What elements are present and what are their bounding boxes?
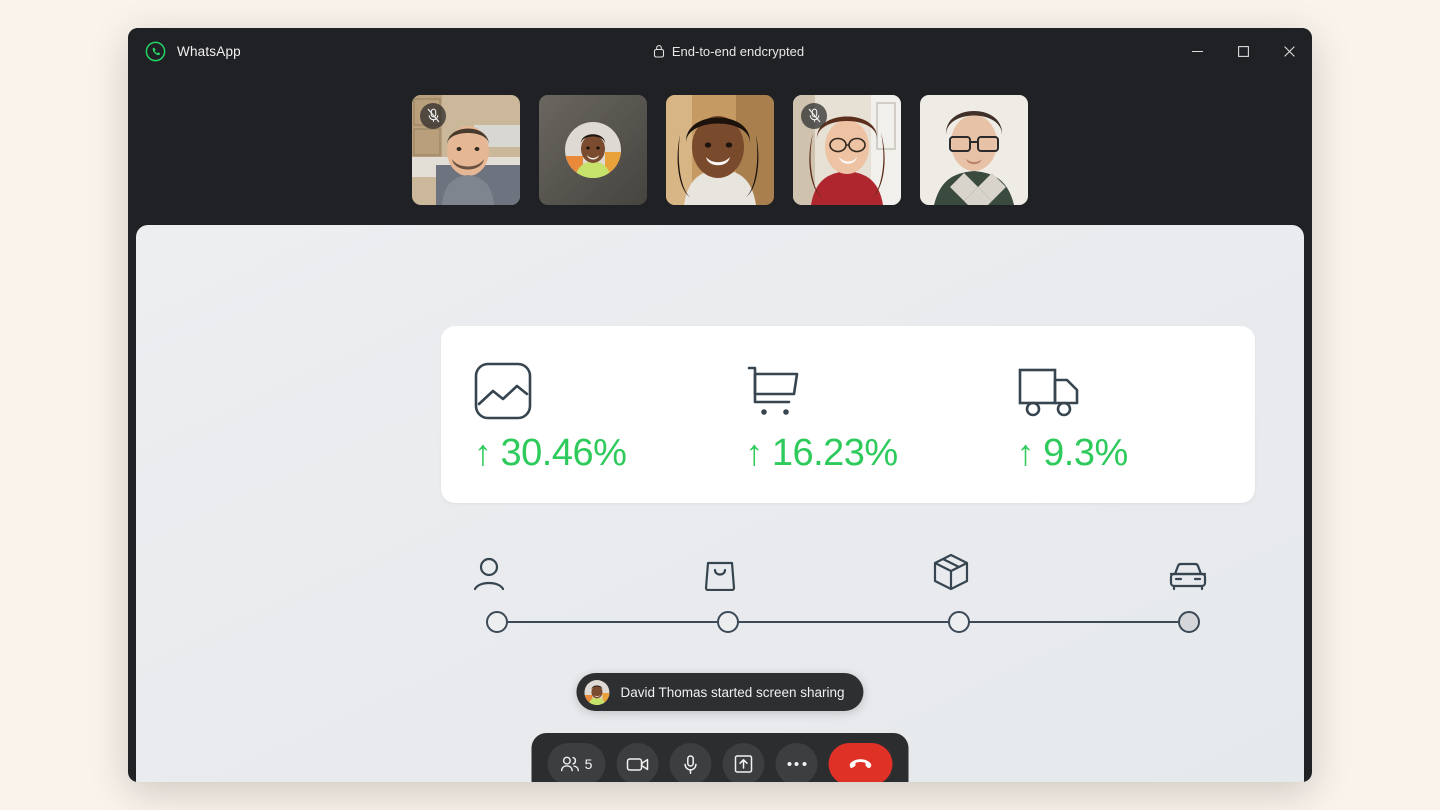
stepper-node[interactable]: [1178, 611, 1200, 633]
encryption-indicator: End-to-end endcrypted: [445, 44, 1012, 59]
people-icon: [561, 756, 580, 772]
arrow-up-icon: ↑: [745, 431, 763, 473]
shared-screen-panel: ↑ 30.46% ↑ 16.23% ↑ 9.3% David Thomas st…: [136, 225, 1304, 782]
stepper-track: [488, 621, 1197, 623]
title-bar: WhatsApp End-to-end endcrypted: [128, 28, 1312, 74]
stat-item: ↑ 30.46%: [441, 358, 712, 472]
participant-thumbnail[interactable]: [793, 94, 901, 205]
chart-image-icon: [474, 358, 712, 420]
share-screen-button[interactable]: [722, 743, 765, 782]
person-icon: [474, 557, 504, 591]
stats-card: ↑ 30.46% ↑ 16.23% ↑ 9.3%: [441, 326, 1255, 503]
stat-value: ↑ 9.3%: [1017, 434, 1255, 472]
arrow-up-icon: ↑: [1016, 431, 1035, 473]
stepper-node[interactable]: [486, 611, 508, 633]
shopping-cart-icon: [745, 358, 983, 420]
microphone-icon: [684, 754, 698, 774]
whatsapp-call-window: WhatsApp End-to-end endcrypted ↑ 30.46% …: [128, 28, 1312, 782]
participant-thumbnail[interactable]: [920, 94, 1028, 205]
participant-video: [666, 94, 774, 205]
end-call-button[interactable]: [828, 743, 893, 782]
call-control-bar: 5: [531, 733, 909, 782]
arrow-up-icon: ↑: [474, 431, 492, 473]
stat-percent: 30.46%: [500, 431, 627, 474]
close-icon[interactable]: [1266, 28, 1312, 74]
camera-button[interactable]: [616, 743, 659, 782]
stat-item: ↑ 16.23%: [712, 358, 983, 472]
window-controls: [1012, 28, 1312, 74]
stepper-node[interactable]: [717, 611, 739, 633]
video-camera-icon: [626, 757, 649, 772]
order-progress-stepper: [474, 545, 1207, 640]
whatsapp-logo-icon: [145, 41, 166, 62]
sharer-avatar: [584, 679, 610, 705]
participants-count: 5: [584, 756, 593, 772]
participants-button[interactable]: 5: [547, 743, 606, 782]
microphone-button[interactable]: [669, 743, 712, 782]
app-title: WhatsApp: [177, 43, 241, 59]
participant-thumbnail[interactable]: [412, 94, 520, 205]
participant-avatar: [565, 121, 621, 178]
screen-share-toast: David Thomas started screen sharing: [576, 673, 864, 711]
more-options-button[interactable]: [775, 743, 818, 782]
delivery-truck-icon: [1017, 358, 1255, 420]
stepper-icons: [474, 545, 1207, 591]
phone-hangup-icon: [849, 758, 873, 771]
participant-video: [920, 94, 1028, 205]
microphone-off-icon: [801, 102, 827, 129]
title-bar-left: WhatsApp: [128, 41, 445, 62]
shopping-bag-icon: [704, 557, 736, 591]
stat-value: ↑ 16.23%: [745, 434, 983, 472]
car-icon: [1169, 561, 1207, 591]
toast-message: David Thomas started screen sharing: [620, 684, 845, 700]
lock-icon: [653, 44, 665, 58]
maximize-icon[interactable]: [1220, 28, 1266, 74]
stepper-node[interactable]: [948, 611, 970, 633]
minimize-icon[interactable]: [1174, 28, 1220, 74]
participant-thumbnail[interactable]: [666, 94, 774, 205]
stat-percent: 16.23%: [771, 431, 898, 474]
participant-thumbnail[interactable]: [539, 94, 647, 205]
stat-value: ↑ 30.46%: [474, 434, 712, 472]
share-screen-icon: [734, 755, 753, 773]
package-box-icon: [933, 553, 969, 591]
microphone-off-icon: [420, 102, 446, 129]
participant-thumbnail-strip: [128, 74, 1312, 225]
stat-item: ↑ 9.3%: [984, 358, 1255, 472]
encryption-label: End-to-end endcrypted: [671, 43, 805, 59]
stat-percent: 9.3%: [1043, 431, 1128, 474]
more-horizontal-icon: [787, 762, 806, 766]
